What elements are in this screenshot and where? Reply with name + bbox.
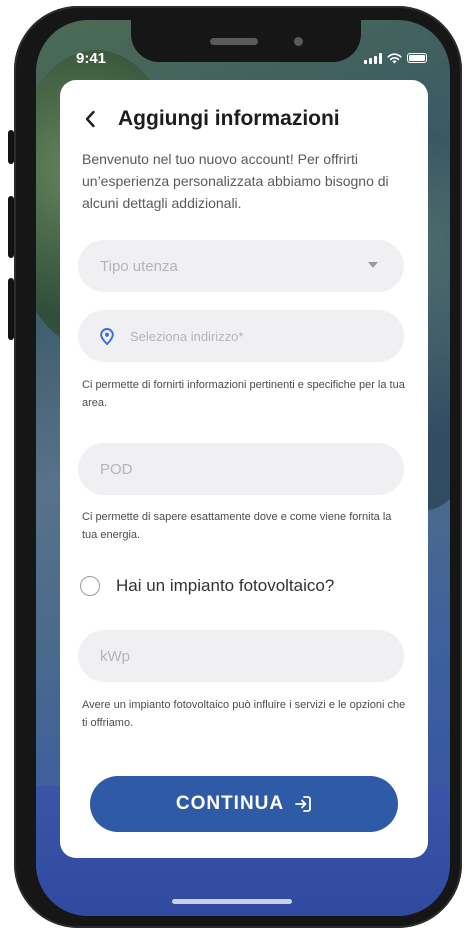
continue-button[interactable]: CONTINUA [90,776,398,832]
battery-icon [407,53,427,63]
status-icons [364,50,427,66]
camera [294,37,303,46]
caret-down-icon [368,262,378,268]
side-button-silent [8,130,14,164]
back-button[interactable] [84,107,104,131]
intro-text: Benvenuto nel tuo nuovo account! Per off… [82,151,389,211]
continue-label: CONTINUA [175,793,285,814]
speaker [210,38,258,45]
kwp-helper-text: Avere un impianto fotovoltaico può influ… [82,699,406,729]
side-button-volume-down [8,278,14,340]
address-input[interactable]: Seleziona indirizzo* [78,310,404,362]
pod-placeholder: POD [100,460,133,478]
kwp-placeholder: kWp [100,647,130,665]
home-indicator [172,899,292,904]
form-card: Aggiungi informazioni Benvenuto nel tuo … [60,80,428,858]
pod-helper-text: Ci permette di sapere esattamente dove e… [82,511,392,541]
login-arrow-icon [294,795,312,813]
kwp-input[interactable]: kWp [78,630,404,682]
side-button-volume-up [8,196,14,258]
location-pin-icon [100,327,118,345]
photovoltaic-label: Hai un impianto fotovoltaico? [116,576,335,595]
status-time: 9:41 [76,50,107,67]
chevron-left-icon [85,110,95,128]
signal-icon [364,52,382,64]
user-type-placeholder: Tipo utenza [100,257,178,275]
photovoltaic-checkbox-row[interactable]: Hai un impianto fotovoltaico? [80,576,334,596]
page-title: Aggiungi informazioni [118,107,340,130]
pod-input[interactable]: POD [78,443,404,495]
user-type-select[interactable]: Tipo utenza [78,240,404,292]
photovoltaic-checkbox[interactable] [80,576,100,596]
wifi-icon [387,52,402,63]
address-placeholder: Seleziona indirizzo* [130,328,244,344]
header: Aggiungi informazioni [84,104,340,134]
address-helper-text: Ci permette di fornirti informazioni per… [82,379,405,409]
